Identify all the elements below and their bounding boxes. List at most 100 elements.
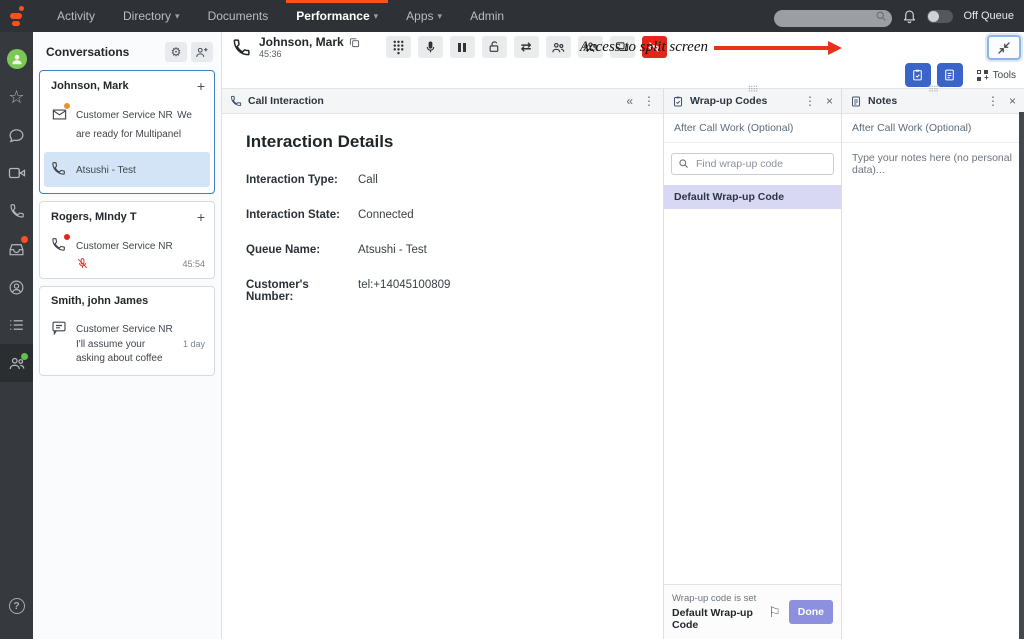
drag-handle-icon[interactable]: ⠿⠿ (928, 85, 938, 94)
conversation-card-smith[interactable]: Smith, john James Customer Service NR I'… (39, 286, 215, 376)
panel-toolbar: + Tools (222, 62, 1024, 88)
queue-toggle[interactable] (927, 10, 953, 23)
collapse-panel-icon[interactable]: « (626, 95, 633, 107)
list-icon (8, 318, 25, 332)
flag-icon[interactable]: ⚐ (766, 602, 783, 623)
interaction-age: 1 day (179, 338, 205, 367)
panel-title: Wrap-up Codes (690, 95, 767, 107)
notes-textarea[interactable] (852, 152, 1014, 572)
clipboard-check-icon (672, 95, 684, 108)
contact-name: Rogers, MIndy T (51, 211, 137, 223)
call-timer: 45:36 (259, 49, 360, 59)
interaction-item-call-selected[interactable]: Atsushi - Test (44, 152, 210, 187)
phone-icon (9, 203, 25, 219)
split-screen-button[interactable] (987, 35, 1021, 60)
sidebar-item-video[interactable] (0, 154, 33, 192)
person-add-icon (195, 46, 209, 58)
sidebar-item-favorites[interactable]: ☆ (0, 78, 33, 116)
field-interaction-state: Interaction State: Connected (246, 209, 639, 221)
tools-menu-button[interactable]: + Tools (977, 70, 1016, 81)
queue-toggle-knob (928, 11, 939, 22)
wrapup-codes-toggle-button[interactable] (905, 63, 931, 87)
drag-handle-icon[interactable]: ⠿⠿ (748, 85, 758, 94)
close-icon[interactable]: × (826, 95, 833, 107)
nav-apps[interactable]: Apps ▾ (392, 0, 456, 32)
message-edit-badge (63, 102, 71, 110)
kebab-menu-icon[interactable]: ⋮ (804, 95, 816, 107)
phone-icon (51, 160, 68, 179)
notes-toggle-button[interactable] (937, 63, 963, 87)
secure-pause-button[interactable] (482, 36, 507, 58)
interaction-queue: Customer Service NR (76, 110, 173, 121)
sidebar-item-help[interactable]: ? (0, 587, 33, 625)
chevron-down-icon: ▾ (374, 11, 379, 22)
conversations-title: Conversations (46, 45, 129, 59)
field-value: Connected (358, 209, 414, 221)
annotation-arrow (714, 41, 842, 55)
interaction-item-message[interactable]: Customer Service NR We are ready for Mul… (40, 99, 214, 150)
star-icon: ☆ (8, 88, 24, 106)
wrapup-search-input[interactable] (671, 153, 834, 175)
sidebar-item-interactions[interactable] (0, 344, 33, 382)
search-icon (875, 10, 887, 22)
add-interaction-icon[interactable]: + (197, 79, 205, 93)
interaction-item-chat[interactable]: Customer Service NR I'll assume your ask… (40, 313, 214, 375)
conversation-card-johnson[interactable]: Johnson, Mark + Customer Service NR We a… (39, 70, 215, 194)
note-document-icon (850, 95, 862, 108)
consult-button[interactable] (546, 36, 571, 58)
kebab-menu-icon[interactable]: ⋮ (643, 95, 655, 107)
pause-icon (458, 43, 466, 52)
sidebar-item-chat[interactable] (0, 116, 33, 154)
sidebar-item-queue-list[interactable] (0, 306, 33, 344)
sidebar-item-profile[interactable] (0, 40, 33, 78)
conversation-card-rogers[interactable]: Rogers, MIndy T + Customer Service NR (39, 201, 215, 280)
nav-documents-label: Documents (208, 9, 269, 23)
wrapup-code-option-selected[interactable]: Default Wrap-up Code (664, 185, 841, 209)
add-conversation-button[interactable] (191, 42, 213, 62)
nav-directory-label: Directory (123, 9, 171, 23)
phone-icon (230, 95, 242, 107)
inbox-icon (8, 241, 25, 257)
interaction-queue: Customer Service NR (76, 324, 173, 335)
hold-button[interactable] (450, 36, 475, 58)
apps-grid-icon: + (977, 70, 988, 81)
sidebar-item-voicemail[interactable] (0, 230, 33, 268)
call-alert-badge (63, 233, 71, 241)
phone-icon (232, 38, 251, 57)
sidebar-item-calls[interactable] (0, 192, 33, 230)
sidebar-item-contacts[interactable] (0, 268, 33, 306)
person-circle-icon (8, 279, 25, 296)
main-nav: Activity Directory ▾ Documents Performan… (43, 0, 518, 32)
genesys-logo (0, 0, 33, 32)
dialpad-button[interactable] (386, 36, 411, 58)
nav-performance[interactable]: Performance ▾ (282, 0, 392, 32)
transfer-button[interactable]: ⇄ (514, 36, 539, 58)
conversations-panel: Conversations ⚙ (33, 32, 222, 639)
nav-directory[interactable]: Directory ▾ (109, 0, 194, 32)
call-interaction-panel: Call Interaction « ⋮ Interaction Details… (222, 88, 664, 639)
page-title: Interaction Details (246, 132, 639, 152)
user-avatar (7, 49, 27, 69)
conversation-settings-button[interactable]: ⚙ (165, 42, 187, 62)
video-camera-icon (8, 165, 26, 181)
mute-button[interactable] (418, 36, 443, 58)
close-icon[interactable]: × (1009, 95, 1016, 107)
nav-activity[interactable]: Activity (43, 0, 109, 32)
wrapup-codes-panel: ⠿⠿ Wrap-up Codes ⋮ × After Call Wo (664, 88, 842, 639)
notifications-bell-icon[interactable] (902, 8, 917, 24)
kebab-menu-icon[interactable]: ⋮ (987, 95, 999, 107)
annotation-label: Access to split screen (580, 39, 708, 56)
nav-documents[interactable]: Documents (194, 0, 283, 32)
add-interaction-icon[interactable]: + (197, 210, 205, 224)
field-label: Interaction Type: (246, 174, 358, 186)
collapse-arrows-icon (997, 41, 1011, 55)
copy-icon[interactable] (349, 37, 360, 48)
field-label: Queue Name: (246, 244, 358, 256)
wrapup-footer: Wrap-up code is set Default Wrap-up Code… (664, 584, 841, 639)
done-button[interactable]: Done (789, 600, 833, 624)
wrapup-code-label: Default Wrap-up Code (674, 191, 784, 203)
message-icon (51, 105, 68, 142)
nav-admin[interactable]: Admin (456, 0, 518, 32)
vertical-scrollbar[interactable] (1019, 112, 1024, 639)
interaction-item-call-ended[interactable]: Customer Service NR 45:54 (40, 230, 214, 279)
